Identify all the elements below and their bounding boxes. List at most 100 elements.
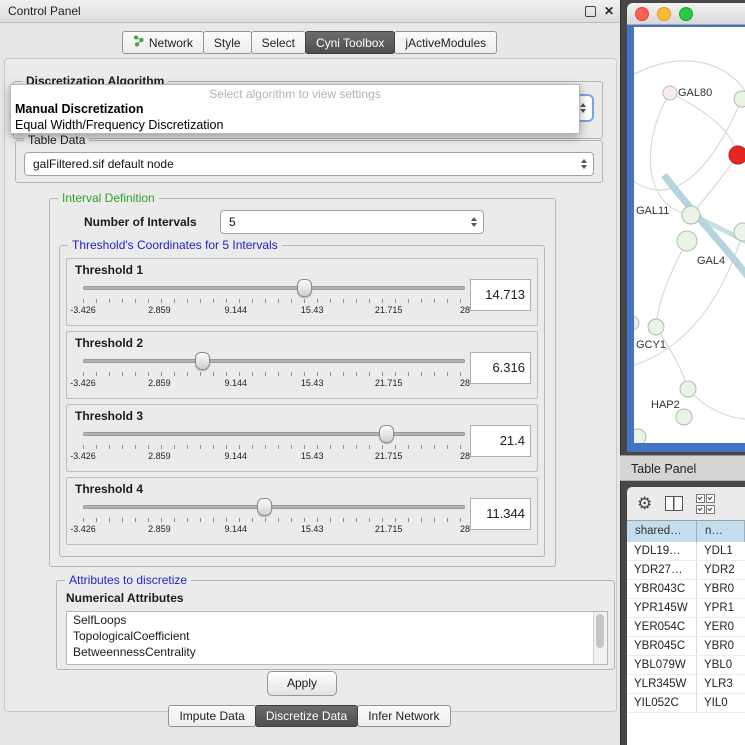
numerical-attributes-list[interactable]: SelfLoops TopologicalCoefficient Between… bbox=[66, 611, 608, 665]
list-item[interactable]: BetweennessCentrality bbox=[67, 644, 607, 660]
close-icon[interactable]: ✕ bbox=[604, 5, 614, 17]
bottom-tabbar: Impute Data Discretize Data Infer Networ… bbox=[0, 705, 620, 727]
float-window-icon[interactable] bbox=[585, 6, 596, 17]
threshold-3-slider[interactable] bbox=[83, 425, 465, 443]
slider-rail[interactable] bbox=[83, 505, 465, 509]
close-traffic-light-icon[interactable] bbox=[635, 7, 649, 21]
table-row[interactable]: YPR145WYPR1 bbox=[627, 599, 745, 618]
cell[interactable]: YLR3 bbox=[697, 675, 745, 693]
node-label-gal80[interactable]: GAL80 bbox=[678, 87, 712, 99]
cell[interactable]: YBR043C bbox=[627, 580, 697, 598]
node-label-gal4[interactable]: GAL4 bbox=[697, 255, 725, 267]
tab-impute-data[interactable]: Impute Data bbox=[168, 705, 255, 727]
table-row[interactable]: YBR043CYBR0 bbox=[627, 580, 745, 599]
threshold-4-value-field[interactable]: 11.344 bbox=[470, 498, 531, 530]
tab-jactivemodules[interactable]: jActiveModules bbox=[394, 31, 497, 54]
list-item[interactable]: TopologicalCoefficient bbox=[67, 628, 607, 644]
cell[interactable]: YLR345W bbox=[627, 675, 697, 693]
threshold-1-value-field[interactable]: 14.713 bbox=[470, 279, 531, 311]
table-data-combobox[interactable]: galFiltered.sif default node bbox=[24, 152, 594, 176]
cell[interactable]: YBL0 bbox=[697, 656, 745, 674]
network-canvas[interactable]: GAL80 GAL11 GAL4 GCY1 HAP2 bbox=[634, 27, 745, 443]
slider-ticks bbox=[83, 518, 465, 522]
cell[interactable]: YBR0 bbox=[697, 637, 745, 655]
table-row[interactable]: YBL079WYBL0 bbox=[627, 656, 745, 675]
scrollbar-thumb[interactable] bbox=[596, 614, 604, 648]
node-label-gcy1[interactable]: GCY1 bbox=[636, 339, 666, 351]
algorithm-dropdown-popup: Select algorithm to view settings Manual… bbox=[10, 84, 580, 134]
checkbox-icon bbox=[706, 494, 715, 503]
tab-label: Style bbox=[214, 36, 241, 50]
minimize-traffic-light-icon[interactable] bbox=[657, 7, 671, 21]
table-row[interactable]: YDL19…YDL1 bbox=[627, 542, 745, 561]
threshold-3-value-field[interactable]: 21.4 bbox=[470, 425, 531, 457]
threshold-2-slider[interactable] bbox=[83, 352, 465, 370]
list-scrollbar[interactable] bbox=[593, 612, 607, 664]
tab-label: Cyni Toolbox bbox=[316, 36, 384, 50]
cell[interactable]: YDR2 bbox=[697, 561, 745, 579]
cell[interactable]: YER054C bbox=[627, 618, 697, 636]
cell[interactable]: YDR27… bbox=[627, 561, 697, 579]
tab-cyni-toolbox[interactable]: Cyni Toolbox bbox=[305, 31, 395, 54]
threshold-2-panel: Threshold 2 -3.426 2.859 9.144 15.43 21.… bbox=[66, 331, 538, 399]
number-of-intervals-combobox[interactable]: 5 bbox=[220, 210, 484, 234]
table-row[interactable]: YER054CYER0 bbox=[627, 618, 745, 637]
table-header-row: shared… n… bbox=[627, 520, 745, 543]
threshold-2-slider-thumb[interactable] bbox=[195, 352, 210, 370]
table-panel-toolbar: ⚙ bbox=[627, 487, 745, 520]
cell[interactable]: YIL052C bbox=[627, 694, 697, 712]
tab-style[interactable]: Style bbox=[203, 31, 252, 54]
apply-button[interactable]: Apply bbox=[267, 671, 337, 696]
cell[interactable]: YDL1 bbox=[697, 542, 745, 560]
attributes-groupbox: Attributes to discretize Numerical Attri… bbox=[56, 580, 615, 670]
threshold-4-slider-thumb[interactable] bbox=[257, 498, 272, 516]
table-row[interactable]: YBR045CYBR0 bbox=[627, 637, 745, 656]
tab-select[interactable]: Select bbox=[251, 31, 306, 54]
cell[interactable]: YPR1 bbox=[697, 599, 745, 617]
cell[interactable]: YDL19… bbox=[627, 542, 697, 560]
tick-label: 15.43 bbox=[301, 378, 324, 388]
cell[interactable]: YER0 bbox=[697, 618, 745, 636]
cell[interactable]: YBL079W bbox=[627, 656, 697, 674]
show-columns-icon[interactable] bbox=[665, 496, 683, 511]
threshold-4-slider[interactable] bbox=[83, 498, 465, 516]
tab-infer-network[interactable]: Infer Network bbox=[357, 705, 450, 727]
slider-rail[interactable] bbox=[83, 432, 465, 436]
table-rows: YDL19…YDL1 YDR27…YDR2 YBR043CYBR0 YPR145… bbox=[627, 542, 745, 745]
table-panel-titlebar[interactable]: Table Panel bbox=[620, 455, 745, 481]
column-header-name[interactable]: n… bbox=[697, 521, 745, 542]
select-columns-icon[interactable] bbox=[696, 494, 714, 514]
list-item[interactable]: SelfLoops bbox=[67, 612, 607, 628]
cell[interactable]: YBR0 bbox=[697, 580, 745, 598]
table-row[interactable]: YDR27…YDR2 bbox=[627, 561, 745, 580]
tick-label: 2.859 bbox=[148, 524, 171, 534]
cell[interactable]: YBR045C bbox=[627, 637, 697, 655]
checkbox-icon bbox=[696, 494, 705, 503]
tick-label: 15.43 bbox=[301, 451, 324, 461]
zoom-traffic-light-icon[interactable] bbox=[679, 7, 693, 21]
threshold-1-slider-thumb[interactable] bbox=[297, 279, 312, 297]
tick-label: 21.715 bbox=[375, 378, 403, 388]
tab-discretize-data[interactable]: Discretize Data bbox=[255, 705, 358, 727]
dropdown-option-equal-width-frequency[interactable]: Equal Width/Frequency Discretization bbox=[11, 117, 579, 133]
cell[interactable]: YIL0 bbox=[697, 694, 745, 712]
node-label-hap2[interactable]: HAP2 bbox=[651, 399, 680, 411]
network-window-titlebar[interactable] bbox=[627, 3, 745, 25]
gear-icon[interactable]: ⚙ bbox=[637, 495, 652, 512]
control-panel-titlebar[interactable]: Control Panel ✕ bbox=[0, 0, 620, 23]
threshold-1-slider[interactable] bbox=[83, 279, 465, 297]
tab-network[interactable]: Network bbox=[122, 31, 204, 54]
table-row[interactable]: YIL052CYIL0 bbox=[627, 694, 745, 713]
node-label-gal11[interactable]: GAL11 bbox=[636, 205, 669, 217]
threshold-2-value-field[interactable]: 6.316 bbox=[470, 352, 531, 384]
slider-rail[interactable] bbox=[83, 286, 465, 290]
dropdown-option-manual-discretization[interactable]: Manual Discretization bbox=[11, 101, 579, 117]
slider-ticks bbox=[83, 445, 465, 449]
slider-rail[interactable] bbox=[83, 359, 465, 363]
cell[interactable]: YPR145W bbox=[627, 599, 697, 617]
thresholds-groupbox: Threshold's Coordinates for 5 Intervals … bbox=[59, 245, 545, 557]
table-row[interactable]: YLR345WYLR3 bbox=[627, 675, 745, 694]
network-view-window: GAL80 GAL11 GAL4 GCY1 HAP2 bbox=[627, 3, 745, 452]
threshold-3-slider-thumb[interactable] bbox=[379, 425, 394, 443]
column-header-shared-name[interactable]: shared… bbox=[627, 521, 697, 542]
